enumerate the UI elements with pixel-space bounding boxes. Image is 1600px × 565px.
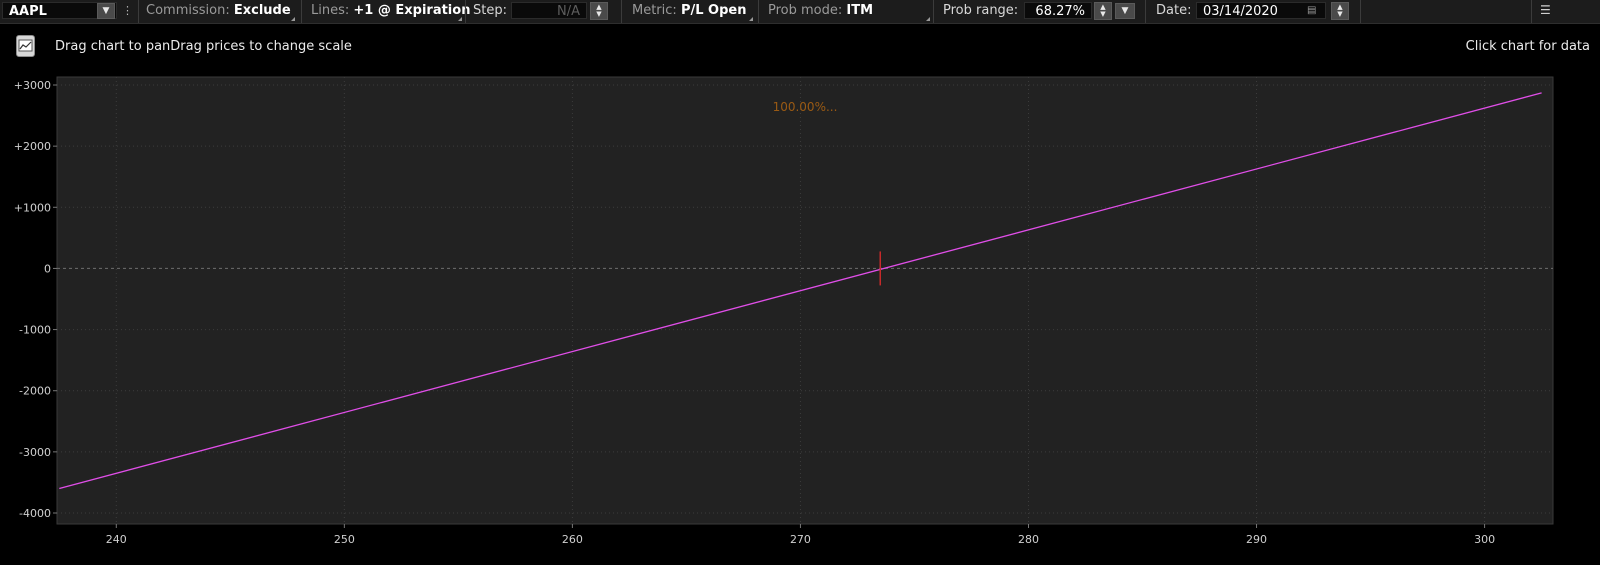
prob-range-label: Prob range: [943, 3, 1019, 18]
commission-selector[interactable]: Commission: Exclude [146, 0, 291, 23]
spinner-icon: ▲ ▼ [596, 3, 602, 18]
symbol-value: AAPL [9, 4, 47, 19]
x-axis: 240 250 260 270 280 290 300 [106, 524, 1495, 546]
prob-range-value: 68.27% [1035, 4, 1085, 19]
prob-mode-selector[interactable]: Prob mode: ITM [768, 0, 873, 23]
x-tick-label: 280 [1018, 533, 1039, 546]
lines-value: +1 @ Expiration [353, 3, 471, 18]
divider [1531, 0, 1532, 23]
menu-icon[interactable]: ☰ [1540, 0, 1551, 23]
commission-menu-corner[interactable] [291, 17, 295, 21]
divider [933, 0, 934, 23]
y-tick-label: -4000 [19, 507, 51, 520]
chevron-down-icon: ▼ [1121, 6, 1129, 16]
step-field[interactable]: N/A [511, 2, 587, 19]
prob-range-field[interactable]: 68.27% [1024, 2, 1092, 19]
prob-range-spinner[interactable]: ▲ ▼ [1094, 2, 1112, 20]
commission-value: Exclude [233, 3, 291, 18]
spinner-icon: ▲ ▼ [1337, 3, 1343, 18]
spinner-icon: ▲ ▼ [1100, 3, 1106, 18]
y-tick-label: +2000 [14, 140, 51, 153]
lines-selector[interactable]: Lines: +1 @ Expiration [311, 0, 470, 23]
lines-menu-corner[interactable] [458, 17, 462, 21]
plot-area[interactable] [56, 76, 1554, 525]
click-chart-hint: Click chart for data [1465, 39, 1590, 54]
divider [1145, 0, 1146, 23]
chart-hint: Drag chart to panDrag prices to change s… [55, 39, 352, 54]
y-tick-label: 0 [44, 262, 51, 275]
prob-range-dropdown-button[interactable]: ▼ [1115, 3, 1135, 19]
prob-mode-label: Prob mode: [768, 3, 843, 18]
x-tick-label: 300 [1474, 533, 1495, 546]
commission-label: Commission: [146, 3, 230, 18]
step-value: N/A [557, 4, 580, 19]
lines-label: Lines: [311, 3, 350, 18]
divider [138, 0, 139, 23]
probability-label: 100.00%... [773, 100, 838, 114]
metric-label: Metric: [632, 3, 677, 18]
divider [1360, 0, 1361, 23]
y-tick-label: +1000 [14, 201, 51, 214]
divider [301, 0, 302, 23]
calendar-icon[interactable]: ▤ [1307, 0, 1316, 23]
divider [621, 0, 622, 23]
y-tick-label: -3000 [19, 446, 51, 459]
date-value: 03/14/2020 [1203, 4, 1278, 19]
risk-profile-chart[interactable]: +3000 +2000 +1000 0 -1000 -2000 -3000 -4000 240… [0, 68, 1600, 565]
x-tick-label: 250 [334, 533, 355, 546]
symbol-dropdown-button[interactable]: ▼ [97, 3, 115, 19]
step-spinner[interactable]: ▲ ▼ [590, 2, 608, 20]
chart-icon-glyph [18, 39, 33, 52]
chevron-down-icon: ▼ [102, 6, 110, 16]
date-spinner[interactable]: ▲ ▼ [1331, 2, 1349, 20]
metric-menu-corner[interactable] [749, 17, 753, 21]
divider [465, 0, 466, 23]
date-label: Date: [1156, 3, 1192, 18]
y-tick-label: +3000 [14, 79, 51, 92]
prob-mode-value: ITM [846, 3, 874, 18]
x-tick-label: 240 [106, 533, 127, 546]
y-axis: +3000 +2000 +1000 0 -1000 -2000 -3000 -4000 [14, 79, 57, 520]
metric-selector[interactable]: Metric: P/L Open [632, 0, 746, 23]
prob-mode-menu-corner[interactable] [926, 17, 930, 21]
link-icon[interactable]: ⋮ [122, 0, 133, 23]
y-tick-label: -1000 [19, 324, 51, 337]
x-tick-label: 290 [1246, 533, 1267, 546]
step-label: Step: [473, 3, 507, 18]
chart-header: Drag chart to panDrag prices to change s… [0, 24, 1600, 68]
divider [758, 0, 759, 23]
toolbar: AAPL ▼ ⋮ Commission: Exclude Lines: +1 @… [0, 0, 1600, 24]
chart-icon[interactable] [16, 35, 35, 57]
x-tick-label: 260 [562, 533, 583, 546]
y-tick-label: -2000 [19, 385, 51, 398]
metric-value: P/L Open [680, 3, 747, 18]
x-tick-label: 270 [790, 533, 811, 546]
